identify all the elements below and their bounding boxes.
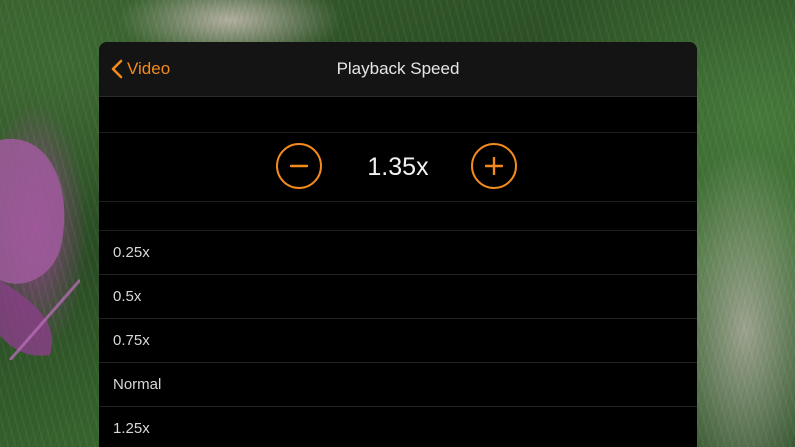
butterfly-image [0, 138, 80, 360]
increase-speed-button[interactable] [471, 143, 517, 189]
page-title: Playback Speed [336, 59, 460, 78]
speed-option[interactable]: 0.25x [99, 231, 697, 275]
video-background: Video Playback Speed 1.35x 0.25x 0.5x 0.… [0, 0, 795, 447]
speed-stepper: 1.35x [99, 133, 697, 202]
speed-option[interactable]: 1.25x [99, 407, 697, 447]
playback-speed-panel: Video Playback Speed 1.35x 0.25x 0.5x 0.… [99, 42, 697, 447]
plus-icon [485, 157, 503, 175]
section-spacer [99, 97, 697, 133]
navigation-bar: Video Playback Speed [99, 42, 697, 97]
section-gap [99, 202, 697, 231]
speed-option[interactable]: 0.75x [99, 319, 697, 363]
speed-option[interactable]: Normal [99, 363, 697, 407]
speed-value: 1.35x [367, 153, 429, 181]
speed-options-list: 0.25x 0.5x 0.75x Normal 1.25x [99, 231, 697, 447]
minus-icon [290, 164, 308, 168]
decrease-speed-button[interactable] [276, 143, 322, 189]
speed-option[interactable]: 0.5x [99, 275, 697, 319]
